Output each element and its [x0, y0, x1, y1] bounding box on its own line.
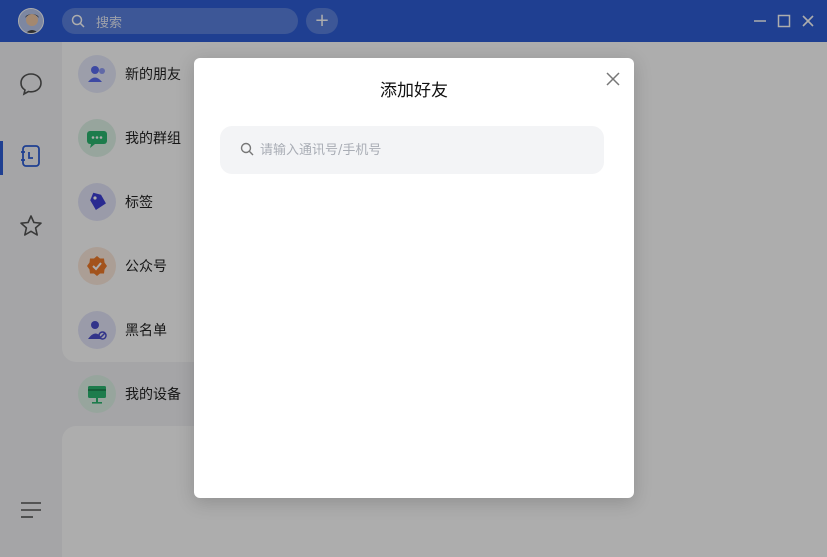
dialog-title: 添加好友 [380, 81, 448, 101]
close-icon[interactable] [604, 70, 622, 88]
add-friend-dialog: 添加好友 [194, 58, 634, 498]
search-icon [240, 141, 254, 160]
friend-search-box[interactable] [220, 126, 604, 174]
friend-search-input[interactable] [260, 142, 580, 158]
